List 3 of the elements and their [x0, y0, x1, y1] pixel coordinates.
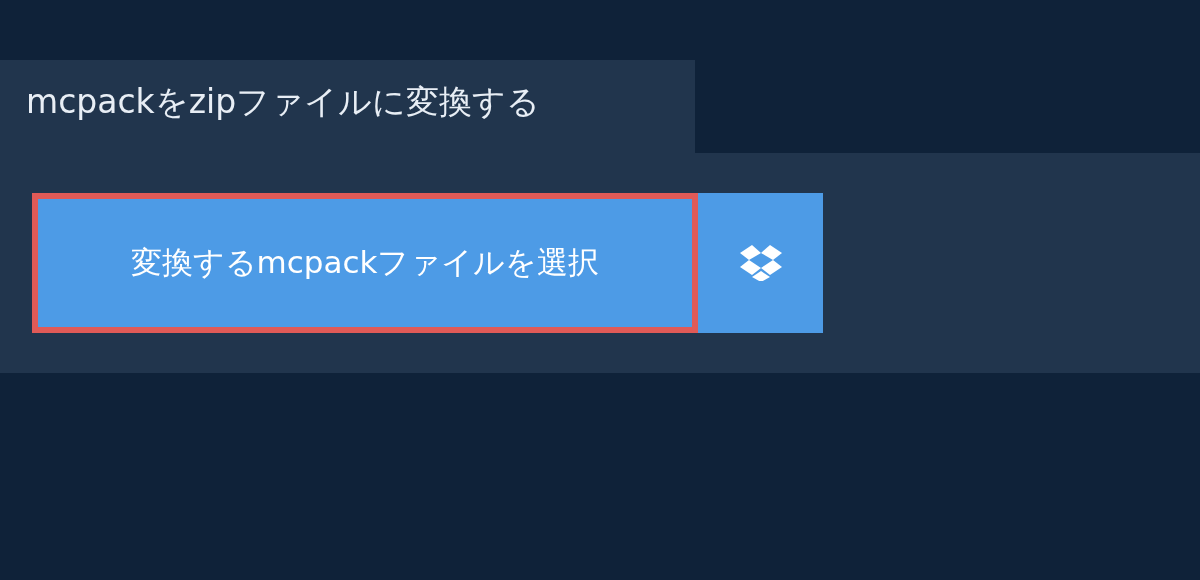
select-file-button[interactable]: 変換するmcpackファイルを選択: [32, 193, 698, 333]
open-box-icon: [739, 245, 782, 281]
dropbox-button[interactable]: [698, 193, 823, 333]
